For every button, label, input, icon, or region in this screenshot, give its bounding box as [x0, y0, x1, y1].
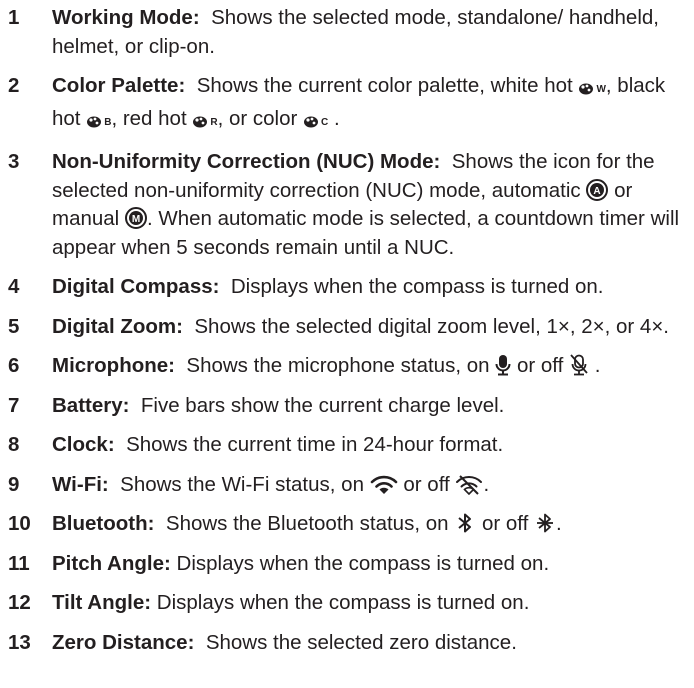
list-item: 4 Digital Compass: Displays when the com…: [8, 273, 694, 302]
item-label: Microphone:: [52, 354, 175, 377]
item-label: Digital Compass:: [52, 275, 220, 298]
item-text: Shows the current time in 24-hour format…: [126, 433, 504, 456]
item-number: 9: [8, 472, 20, 496]
nuc-auto-icon: A: [586, 178, 609, 202]
microphone-off-icon: [569, 354, 589, 377]
item-text: Five bars show the current charge level.: [140, 393, 505, 417]
list-item: 7 Battery: Five bars show the current ch…: [8, 392, 694, 421]
item-number: 13: [8, 630, 31, 654]
list-item: 10 Bluetooth: Shows the Bluetooth status…: [8, 510, 694, 539]
bluetooth-on-icon: [454, 512, 476, 535]
item-text: Displays when the compass is turned on.: [156, 591, 530, 614]
list-item: 13 Zero Distance: Shows the selected zer…: [8, 629, 694, 658]
item-number: 1: [8, 6, 20, 29]
bluetooth-off-icon: [534, 512, 556, 535]
item-number: 11: [8, 551, 30, 575]
item-number: 7: [8, 393, 20, 417]
wifi-off-icon: [455, 473, 483, 496]
item-label: Digital Zoom:: [52, 314, 183, 338]
microphone-on-icon: [495, 354, 511, 377]
svg-text:M: M: [132, 214, 140, 225]
item-number: 6: [8, 354, 20, 377]
item-text: Shows the microphone status, on: [186, 354, 490, 377]
item-label: Battery:: [52, 393, 130, 417]
item-text: Displays when the compass is turned on.: [176, 551, 550, 575]
palette-red-hot-icon: R: [192, 107, 218, 130]
nuc-manual-icon: M: [124, 207, 147, 230]
list-item: 1 Working Mode: Shows the selected mode,…: [8, 4, 694, 61]
list-item: 9 Wi-Fi: Shows the Wi-Fi status, on or o…: [8, 471, 694, 500]
palette-color-icon: C: [303, 107, 328, 130]
item-number: 12: [8, 591, 31, 614]
item-label: Zero Distance:: [52, 630, 195, 654]
item-label: Working Mode:: [52, 6, 200, 29]
palette-black-hot-icon: B: [86, 107, 111, 130]
item-text: Shows the Wi-Fi status, on: [120, 472, 364, 496]
item-label: Bluetooth:: [52, 512, 155, 535]
list-item: 2 Color Palette: Shows the current color…: [8, 72, 694, 137]
item-number: 3: [8, 150, 20, 173]
item-number: 10: [8, 512, 31, 535]
list-item: 3 Non-Uniformity Correction (NUC) Mode: …: [8, 148, 694, 262]
item-label: Clock:: [52, 433, 115, 456]
item-text: Shows the selected zero distance.: [205, 630, 517, 654]
palette-white-hot-icon: W: [578, 74, 606, 97]
item-label: Non-Uniformity Correction (NUC) Mode:: [52, 150, 441, 173]
item-label: Wi-Fi:: [52, 472, 109, 496]
list-item: 5 Digital Zoom: Shows the selected digit…: [8, 313, 694, 342]
item-number: 5: [8, 314, 20, 338]
list-item: 12 Tilt Angle: Displays when the compass…: [8, 589, 694, 618]
wifi-on-icon: [370, 473, 398, 496]
list-item: 6 Microphone: Shows the microphone statu…: [8, 352, 694, 381]
list-item: 8 Clock: Shows the current time in 24-ho…: [8, 431, 694, 460]
item-label: Pitch Angle:: [52, 551, 171, 575]
item-number: 4: [8, 275, 20, 298]
item-text: Displays when the compass is turned on.: [230, 275, 604, 298]
item-number: 8: [8, 433, 20, 456]
item-text: Shows the current color palette, white h…: [196, 74, 573, 97]
list-item: 11 Pitch Angle: Displays when the compas…: [8, 550, 694, 579]
feature-list: 1 Working Mode: Shows the selected mode,…: [0, 0, 694, 657]
svg-text:A: A: [594, 186, 601, 197]
item-label: Color Palette:: [52, 74, 186, 97]
item-text: Shows the Bluetooth status, on: [165, 512, 449, 535]
item-number: 2: [8, 74, 20, 97]
item-label: Tilt Angle:: [52, 591, 152, 614]
item-text: Shows the selected digital zoom level, 1…: [194, 314, 669, 338]
